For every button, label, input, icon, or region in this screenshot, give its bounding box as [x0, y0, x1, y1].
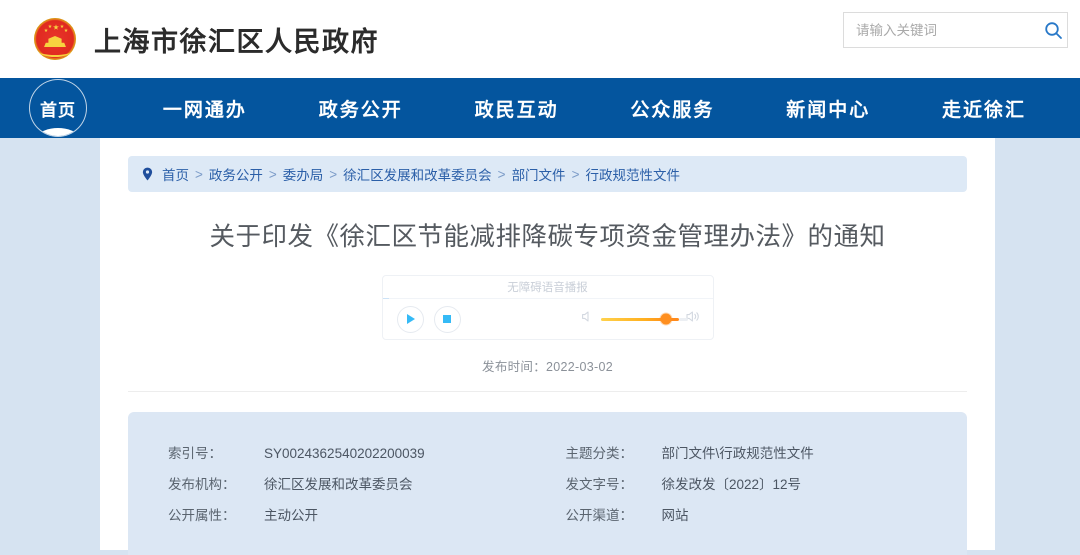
- metadata-row: 公开渠道： 网站: [566, 500, 968, 531]
- metadata-row: 公开属性： 主动公开: [168, 500, 548, 531]
- stop-button[interactable]: [434, 306, 461, 333]
- search-input[interactable]: [844, 13, 1039, 47]
- search-button[interactable]: [1039, 13, 1067, 47]
- metadata-label: 发文字号：: [566, 469, 662, 500]
- metadata-value: 徐汇区发展和改革委员会: [264, 469, 413, 500]
- metadata-row: 发布机构： 徐汇区发展和改革委员会: [168, 469, 548, 500]
- wave-decoration-icon: [29, 128, 87, 137]
- breadcrumb: 首页 > 政务公开 > 委办局 > 徐汇区发展和改革委员会 > 部门文件 > 行…: [128, 156, 967, 192]
- nav-item-xinwenzhongxin[interactable]: 新闻中心: [786, 95, 870, 122]
- audio-player-controls: [383, 299, 713, 339]
- metadata-column-left: 索引号： SY0024362540202200039 发布机构： 徐汇区发展和改…: [128, 438, 548, 531]
- metadata-value: 徐发改发〔2022〕12号: [662, 469, 802, 500]
- metadata-label: 发布机构：: [168, 469, 264, 500]
- publish-time-value: 2022-03-02: [546, 360, 613, 374]
- publish-time: 发布时间：2022-03-02: [100, 356, 995, 375]
- nav-item-zhengminhudong[interactable]: 政民互动: [475, 95, 559, 122]
- national-emblem-icon: [34, 18, 76, 60]
- nav-item-gongzhongfuwu[interactable]: 公众服务: [630, 95, 714, 122]
- nav-item-list: 一网通办 政务公开 政民互动 公众服务 新闻中心 走近徐汇: [87, 95, 1080, 122]
- main-navigation: 首页 一网通办 政务公开 政民互动 公众服务 新闻中心 走近徐汇: [0, 78, 1080, 138]
- nav-home-label: 首页: [40, 96, 76, 121]
- divider: [128, 391, 967, 392]
- site-title: 上海市徐汇区人民政府: [94, 20, 379, 59]
- metadata-label: 公开属性：: [168, 500, 264, 531]
- metadata-value: SY0024362540202200039: [264, 438, 425, 469]
- content-panel: 首页 > 政务公开 > 委办局 > 徐汇区发展和改革委员会 > 部门文件 > 行…: [100, 138, 995, 550]
- page-title: 关于印发《徐汇区节能减排降碳专项资金管理办法》的通知: [160, 220, 935, 253]
- breadcrumb-separator: >: [269, 167, 277, 182]
- document-metadata-box: 索引号： SY0024362540202200039 发布机构： 徐汇区发展和改…: [128, 412, 967, 555]
- breadcrumb-item-1[interactable]: 首页: [162, 164, 189, 184]
- breadcrumb-separator: >: [572, 167, 580, 182]
- metadata-row: 主题分类： 部门文件\行政规范性文件: [566, 438, 968, 469]
- audio-player-title: 无障碍语音播报: [383, 276, 713, 299]
- metadata-value: 网站: [662, 500, 689, 531]
- publish-time-separator: ：: [533, 360, 546, 374]
- metadata-label: 公开渠道：: [566, 500, 662, 531]
- volume-control: [581, 310, 701, 328]
- breadcrumb-item-5[interactable]: 部门文件: [512, 164, 566, 184]
- breadcrumb-item-3[interactable]: 委办局: [283, 164, 324, 184]
- search-icon: [1044, 21, 1063, 40]
- metadata-row: 索引号： SY0024362540202200039: [168, 438, 548, 469]
- metadata-label: 主题分类：: [566, 438, 662, 469]
- nav-item-home[interactable]: 首页: [29, 79, 87, 137]
- breadcrumb-separator: >: [498, 167, 506, 182]
- play-icon: [407, 314, 415, 324]
- breadcrumb-separator: >: [329, 167, 337, 182]
- volume-slider[interactable]: [601, 318, 679, 321]
- metadata-column-right: 主题分类： 部门文件\行政规范性文件 发文字号： 徐发改发〔2022〕12号 公…: [548, 438, 968, 531]
- breadcrumb-item-4[interactable]: 徐汇区发展和改革委员会: [343, 164, 492, 184]
- breadcrumb-item-2[interactable]: 政务公开: [209, 164, 263, 184]
- nav-item-zhengwugongkai[interactable]: 政务公开: [319, 95, 403, 122]
- breadcrumb-item-6: 行政规范性文件: [585, 164, 680, 184]
- page-root: 上海市徐汇区人民政府 首页 一网通办 政务公开 政民互动 公众服务: [0, 0, 1080, 550]
- search-box[interactable]: [843, 12, 1068, 48]
- site-header: 上海市徐汇区人民政府: [0, 0, 1080, 78]
- play-button[interactable]: [397, 306, 424, 333]
- stop-icon: [443, 315, 451, 323]
- nav-item-zoujinxuhui[interactable]: 走近徐汇: [942, 95, 1026, 122]
- breadcrumb-separator: >: [195, 167, 203, 182]
- volume-slider-handle[interactable]: [661, 314, 672, 325]
- emblem-stars: [42, 24, 68, 34]
- speaker-wave-icon[interactable]: [686, 310, 701, 328]
- metadata-row: 发文字号： 徐发改发〔2022〕12号: [566, 469, 968, 500]
- metadata-label: 索引号：: [168, 438, 264, 469]
- publish-time-label: 发布时间: [482, 360, 533, 374]
- location-pin-icon: [142, 167, 153, 181]
- metadata-value: 主动公开: [264, 500, 318, 531]
- page-body: 首页 > 政务公开 > 委办局 > 徐汇区发展和改革委员会 > 部门文件 > 行…: [0, 138, 1080, 550]
- emblem-wheat: [39, 46, 71, 57]
- audio-player: 无障碍语音播报: [382, 275, 714, 340]
- speaker-mute-icon[interactable]: [581, 310, 594, 328]
- nav-item-yiwangtongban[interactable]: 一网通办: [163, 95, 247, 122]
- metadata-value: 部门文件\行政规范性文件: [662, 438, 814, 469]
